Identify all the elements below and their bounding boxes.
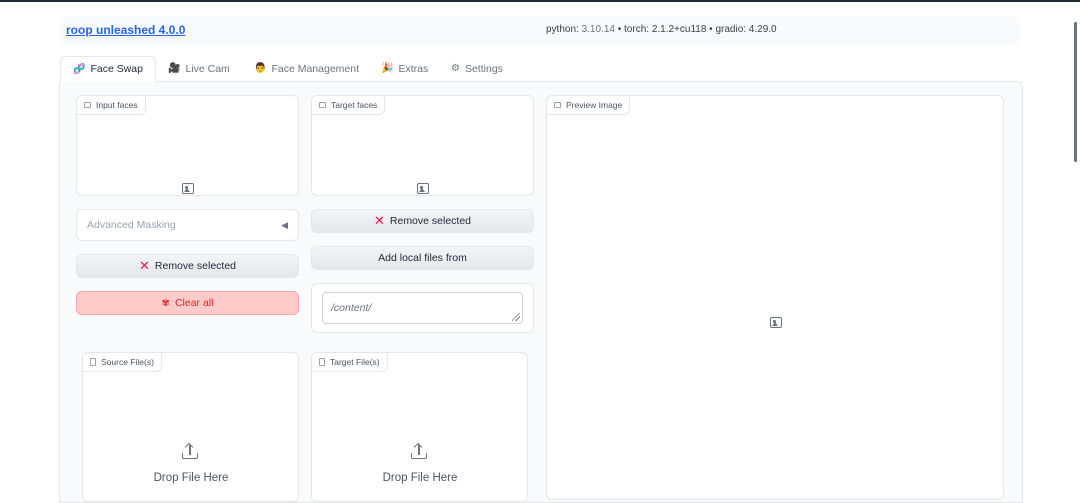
target-faces-gallery[interactable]: Target faces — [311, 95, 534, 196]
advanced-masking-accordion[interactable]: Advanced Masking ◀ — [76, 209, 299, 241]
target-files-label-text: Target File(s) — [330, 357, 380, 367]
window-top-border — [0, 0, 1080, 2]
image-placeholder-icon — [182, 183, 194, 194]
upload-icon — [411, 442, 427, 459]
source-files-label-text: Source File(s) — [101, 357, 154, 367]
source-files-label: Source File(s) — [83, 353, 162, 372]
target-faces-label-text: Target faces — [331, 100, 378, 110]
tab-extras[interactable]: 🎉 Extras — [369, 56, 440, 81]
face-swap-icon: 🧬 — [73, 63, 86, 75]
tab-live-cam[interactable]: 🎥 Live Cam — [156, 56, 242, 81]
extras-icon: 🎉 — [381, 63, 394, 74]
tab-face-swap-label: Face Swap — [90, 63, 143, 75]
resize-handle-icon[interactable] — [512, 313, 520, 321]
tab-live-cam-label: Live Cam — [185, 62, 230, 75]
version-info: python: 3.10.14 • torch: 2.1.2+cu118 • g… — [546, 24, 777, 35]
tab-face-management-label: Face Management — [271, 62, 360, 75]
close-icon: ✕ — [373, 213, 385, 228]
tab-face-management[interactable]: 👨 Face Management — [242, 56, 371, 81]
tab-settings-label: Settings — [464, 62, 503, 75]
image-icon — [554, 102, 561, 108]
face-management-icon: 👨 — [254, 63, 267, 74]
source-files-upload[interactable]: Source File(s) Drop File Here — [82, 352, 299, 502]
gallery-icon — [319, 102, 326, 108]
app-title-link[interactable]: roop unleashed 4.0.0 — [66, 23, 185, 37]
camera-icon: 🎥 — [168, 63, 181, 74]
target-faces-label: Target faces — [312, 96, 386, 115]
clear-all-label: Clear all — [174, 297, 214, 309]
input-faces-label: Input faces — [77, 96, 146, 115]
remove-selected-input-label: Remove selected — [154, 260, 237, 272]
add-local-files-label: Add local files from — [378, 252, 467, 264]
preview-image-label-text: Preview Image — [566, 100, 623, 110]
advanced-masking-label: Advanced Masking — [87, 219, 176, 231]
file-icon — [90, 358, 96, 366]
image-placeholder-icon — [770, 317, 782, 328]
tab-extras-label: Extras — [398, 62, 429, 75]
gear-icon: ⚙ — [451, 63, 460, 74]
page-scrollbar[interactable] — [1074, 22, 1077, 162]
drop-file-text: Drop File Here — [153, 472, 229, 484]
target-files-upload[interactable]: Target File(s) Drop File Here — [311, 352, 528, 502]
add-local-files-button[interactable]: Add local files from — [311, 246, 534, 270]
target-files-label: Target File(s) — [312, 353, 388, 372]
app-header: roop unleashed 4.0.0 python: 3.10.14 • t… — [60, 16, 1020, 44]
broom-icon: ✾ — [161, 297, 170, 309]
python-label: python: — [546, 24, 582, 35]
preview-image-label: Preview Image — [547, 96, 631, 115]
input-faces-gallery[interactable]: Input faces — [76, 95, 299, 196]
drop-file-text: Drop File Here — [382, 472, 458, 484]
tab-settings[interactable]: ⚙ Settings — [439, 56, 515, 81]
gallery-icon — [84, 102, 91, 108]
python-version: 3.10.14 — [581, 24, 615, 35]
input-faces-label-text: Input faces — [96, 100, 138, 110]
tab-face-swap[interactable]: 🧬 Face Swap — [60, 56, 156, 82]
local-path-input[interactable]: /content/ — [322, 292, 523, 324]
local-path-value: /content/ — [331, 302, 372, 314]
upload-icon — [182, 442, 198, 459]
file-icon — [319, 358, 325, 366]
caret-left-icon: ◀ — [281, 219, 288, 230]
clear-all-button[interactable]: ✾ Clear all — [76, 291, 299, 315]
torch-gradio-versions: • torch: 2.1.2+cu118 • gradio: 4.29.0 — [614, 24, 777, 35]
remove-selected-target-label: Remove selected — [389, 215, 472, 227]
close-icon: ✕ — [138, 258, 150, 273]
main-tabs: 🧬 Face Swap 🎥 Live Cam 👨 Face Management… — [60, 56, 1020, 82]
remove-selected-target-button[interactable]: ✕ Remove selected — [311, 209, 534, 233]
preview-image: Preview Image — [546, 95, 1004, 500]
remove-selected-input-button[interactable]: ✕ Remove selected — [76, 254, 299, 278]
image-placeholder-icon — [417, 183, 429, 194]
local-path-block: /content/ — [311, 283, 534, 333]
